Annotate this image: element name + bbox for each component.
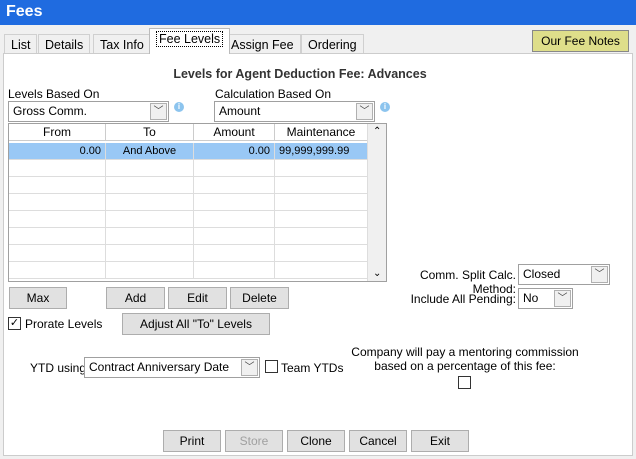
our-fee-notes-button[interactable]: Our Fee Notes [532, 30, 629, 52]
empty-cell [275, 262, 368, 279]
tab-list[interactable]: List [4, 34, 38, 54]
empty-cell [194, 211, 275, 228]
page-heading: Levels for Agent Deduction Fee: Advances [173, 67, 427, 81]
empty-cell [194, 194, 275, 211]
tab-label: Fee Levels [156, 31, 224, 47]
ytd-using-select[interactable]: Contract Anniversary Date ﹀ [84, 357, 260, 378]
max-button[interactable]: Max [9, 287, 67, 309]
print-button[interactable]: Print [163, 430, 221, 452]
chevron-down-icon[interactable]: ﹀ [356, 103, 373, 120]
select-value: Amount [219, 104, 261, 118]
comm-split-select[interactable]: Closed ﹀ [518, 264, 610, 285]
levels-based-on-label: Levels Based On [8, 87, 100, 101]
levels-grid[interactable]: From To Amount Maintenance 0.00 And Abov… [8, 123, 387, 282]
empty-row[interactable] [9, 177, 368, 194]
info-icon[interactable]: i [174, 102, 184, 112]
calc-based-on-select[interactable]: Amount ﹀ [214, 101, 375, 122]
empty-row[interactable] [9, 228, 368, 245]
tab-assign-fee[interactable]: Assign Fee [224, 34, 301, 54]
empty-cell [275, 177, 368, 194]
cell-to: And Above [106, 143, 194, 160]
col-from[interactable]: From [9, 124, 106, 141]
include-pending-select[interactable]: No ﹀ [518, 288, 573, 309]
delete-button[interactable]: Delete [230, 287, 289, 309]
grid-scrollbar[interactable]: ⌃ ⌄ [367, 124, 386, 281]
chevron-down-icon[interactable]: ﹀ [241, 359, 258, 376]
empty-cell [194, 177, 275, 194]
empty-cell [106, 245, 194, 262]
prorate-levels-label: Prorate Levels [25, 317, 103, 331]
select-value: Contract Anniversary Date [89, 360, 230, 374]
empty-cell [106, 262, 194, 279]
empty-row[interactable] [9, 211, 368, 228]
empty-cell [106, 177, 194, 194]
chevron-down-icon[interactable]: ﹀ [150, 103, 167, 120]
empty-cell [9, 228, 106, 245]
include-pending-label: Include All Pending: [410, 292, 516, 306]
prorate-levels-checkbox[interactable]: ✓ [8, 317, 21, 330]
tab-ordering[interactable]: Ordering [301, 34, 364, 54]
empty-cell [9, 245, 106, 262]
store-button[interactable]: Store [225, 430, 283, 452]
col-amount[interactable]: Amount [194, 124, 275, 141]
table-row[interactable]: 0.00 And Above 0.00 99,999,999.99 [9, 143, 368, 160]
empty-row[interactable] [9, 194, 368, 211]
col-to[interactable]: To [106, 124, 194, 141]
empty-cell [275, 160, 368, 177]
cancel-button[interactable]: Cancel [349, 430, 407, 452]
empty-cell [106, 211, 194, 228]
col-maintenance[interactable]: Maintenance [275, 124, 368, 141]
window-title: Fees [0, 0, 636, 25]
cell-maintenance: 99,999,999.99 [275, 143, 368, 160]
empty-cell [9, 160, 106, 177]
team-ytds-checkbox[interactable] [265, 360, 278, 373]
empty-cell [9, 262, 106, 279]
scroll-down-icon[interactable]: ⌄ [373, 268, 381, 279]
empty-cell [275, 245, 368, 262]
empty-cell [106, 194, 194, 211]
edit-button[interactable]: Edit [168, 287, 227, 309]
empty-row[interactable] [9, 262, 368, 279]
exit-button[interactable]: Exit [411, 430, 469, 452]
empty-cell [194, 160, 275, 177]
scroll-up-icon[interactable]: ⌃ [373, 126, 381, 137]
add-button[interactable]: Add [106, 287, 165, 309]
calc-based-on-label: Calculation Based On [215, 87, 332, 101]
empty-cell [275, 228, 368, 245]
adjust-to-levels-button[interactable]: Adjust All "To" Levels [122, 313, 270, 335]
ytd-using-label: YTD using: [30, 361, 90, 375]
empty-cell [9, 194, 106, 211]
chevron-down-icon[interactable]: ﹀ [591, 266, 608, 283]
empty-row[interactable] [9, 245, 368, 262]
info-icon[interactable]: i [380, 102, 390, 112]
empty-cell [194, 228, 275, 245]
empty-cell [194, 262, 275, 279]
team-ytds-label: Team YTDs [281, 361, 344, 375]
tab-fee-levels[interactable]: Fee Levels [149, 28, 231, 54]
select-value: Gross Comm. [13, 104, 88, 118]
cell-from: 0.00 [9, 143, 106, 160]
empty-cell [9, 211, 106, 228]
tab-tax-info[interactable]: Tax Info [93, 34, 151, 54]
mentoring-checkbox[interactable] [458, 376, 471, 389]
grid-header: From To Amount Maintenance [9, 124, 368, 141]
empty-cell [106, 160, 194, 177]
levels-based-on-select[interactable]: Gross Comm. ﹀ [8, 101, 169, 122]
chevron-down-icon[interactable]: ﹀ [554, 290, 571, 307]
select-value: No [523, 291, 539, 305]
select-value: Closed [523, 267, 561, 281]
empty-row[interactable] [9, 160, 368, 177]
empty-cell [106, 228, 194, 245]
empty-cell [194, 245, 275, 262]
cell-amount: 0.00 [194, 143, 275, 160]
mentoring-text-line2: based on a percentage of this fee: [374, 359, 556, 373]
empty-cell [275, 211, 368, 228]
mentoring-text-line1: Company will pay a mentoring commission [351, 345, 579, 359]
empty-cell [9, 177, 106, 194]
clone-button[interactable]: Clone [287, 430, 345, 452]
empty-cell [275, 194, 368, 211]
tab-details[interactable]: Details [38, 34, 91, 54]
